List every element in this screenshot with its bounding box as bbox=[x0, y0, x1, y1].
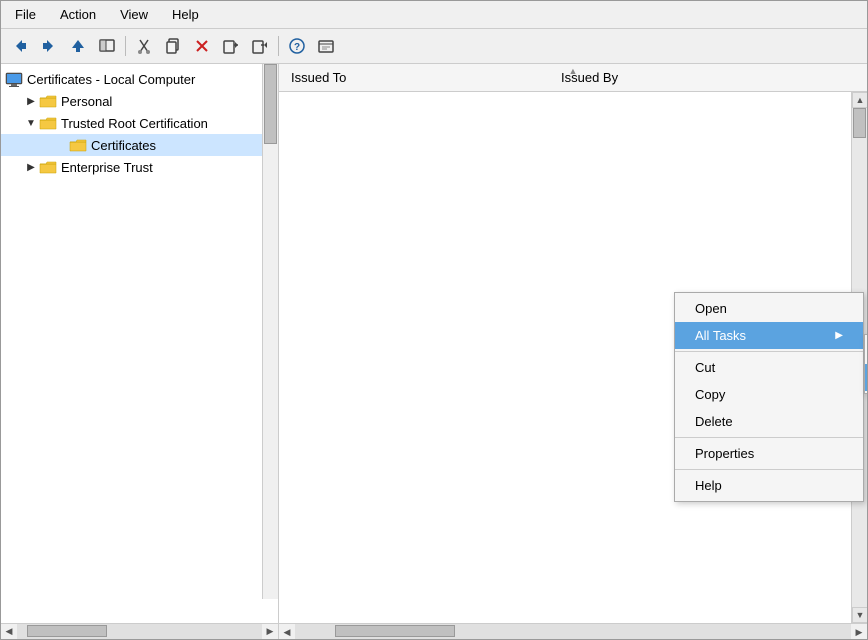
svg-text:?: ? bbox=[294, 42, 300, 53]
ctx-sep-2 bbox=[675, 437, 863, 438]
delete-button[interactable] bbox=[189, 33, 215, 59]
import-button[interactable] bbox=[247, 33, 273, 59]
tree-hscroll-track[interactable] bbox=[17, 624, 262, 639]
show-hide-button[interactable] bbox=[94, 33, 120, 59]
context-menu: Open All Tasks ▶ Cut Copy Delete bbox=[674, 292, 864, 502]
menu-view[interactable]: View bbox=[114, 5, 154, 24]
ctx-cut[interactable]: Cut bbox=[675, 354, 863, 381]
certificates-expand-icon bbox=[53, 137, 69, 153]
enterprise-expand-icon: ▶ bbox=[23, 159, 39, 175]
right-hscroll-thumb[interactable] bbox=[335, 625, 455, 637]
right-panel: ▲ Issued To Issued By ▲ ▼ bbox=[279, 64, 867, 639]
menu-help[interactable]: Help bbox=[166, 5, 205, 24]
trusted-root-label: Trusted Root Certification bbox=[61, 116, 208, 131]
toolbar: ? bbox=[1, 29, 867, 64]
enterprise-folder-icon bbox=[39, 159, 57, 175]
col-header-issued-to[interactable]: Issued To bbox=[283, 66, 553, 89]
copy-button[interactable] bbox=[160, 33, 186, 59]
computer-icon bbox=[5, 71, 23, 87]
back-button[interactable] bbox=[7, 33, 33, 59]
toolbar-sep-1 bbox=[125, 36, 126, 56]
forward-button[interactable] bbox=[36, 33, 62, 59]
up-button[interactable] bbox=[65, 33, 91, 59]
tree-hscrollbar: ◀ ▶ bbox=[1, 623, 278, 639]
tree-panel: Certificates - Local Computer ▶ Personal… bbox=[1, 64, 279, 639]
properties-button[interactable] bbox=[313, 33, 339, 59]
submenu-open[interactable]: Open bbox=[865, 337, 867, 364]
tree-item-personal[interactable]: ▶ Personal bbox=[1, 90, 278, 112]
root-label: Certificates - Local Computer bbox=[27, 72, 195, 87]
tree-hscroll-left[interactable]: ◀ bbox=[1, 624, 17, 640]
sort-triangle-top: ▲ bbox=[569, 64, 578, 76]
menu-file[interactable]: File bbox=[9, 5, 42, 24]
right-hscrollbar: ◀ ▶ bbox=[279, 623, 867, 639]
cut-button[interactable] bbox=[131, 33, 157, 59]
certificates-folder-icon bbox=[69, 137, 87, 153]
menubar: File Action View Help bbox=[1, 1, 867, 29]
col-header-issued-by[interactable]: Issued By bbox=[553, 66, 863, 89]
tree-hscroll-thumb[interactable] bbox=[27, 625, 107, 637]
ctx-sep-3 bbox=[675, 469, 863, 470]
ctx-help[interactable]: Help bbox=[675, 472, 863, 499]
all-tasks-arrow: ▶ bbox=[835, 330, 843, 341]
main-window: File Action View Help bbox=[0, 0, 868, 640]
tree-root[interactable]: Certificates - Local Computer bbox=[1, 68, 278, 90]
submenu-export[interactable]: Export... bbox=[865, 364, 867, 391]
menu-action[interactable]: Action bbox=[54, 5, 102, 24]
tree-vscroll-thumb[interactable] bbox=[264, 64, 277, 144]
ctx-open[interactable]: Open bbox=[675, 295, 863, 322]
trusted-root-expand-icon: ▼ bbox=[23, 115, 39, 131]
export-button[interactable] bbox=[218, 33, 244, 59]
right-vscroll-up[interactable]: ▲ bbox=[852, 92, 867, 108]
right-hscroll-track[interactable] bbox=[295, 624, 851, 639]
ctx-delete[interactable]: Delete bbox=[675, 408, 863, 435]
ctx-properties[interactable]: Properties bbox=[675, 440, 863, 467]
tree-vscrollbar[interactable] bbox=[262, 64, 278, 599]
right-content: ▲ ▼ Open All Tasks ▶ bbox=[279, 92, 867, 639]
ctx-copy[interactable]: Copy bbox=[675, 381, 863, 408]
personal-label: Personal bbox=[61, 94, 112, 109]
right-vscroll-down[interactable]: ▼ bbox=[852, 607, 867, 623]
right-vscroll-thumb[interactable] bbox=[853, 108, 866, 138]
trusted-root-folder-icon bbox=[39, 115, 57, 131]
personal-folder-icon bbox=[39, 93, 57, 109]
submenu: Open Export... bbox=[864, 334, 867, 394]
personal-expand-icon: ▶ bbox=[23, 93, 39, 109]
ctx-sep-1 bbox=[675, 351, 863, 352]
tree-hscroll-right[interactable]: ▶ bbox=[262, 624, 278, 640]
tree-view: Certificates - Local Computer ▶ Personal… bbox=[1, 64, 278, 623]
right-hscroll-left[interactable]: ◀ bbox=[279, 624, 295, 639]
certificates-label: Certificates bbox=[91, 138, 156, 153]
tree-item-enterprise[interactable]: ▶ Enterprise Trust bbox=[1, 156, 278, 178]
ctx-all-tasks[interactable]: All Tasks ▶ bbox=[675, 322, 863, 349]
main-content: Certificates - Local Computer ▶ Personal… bbox=[1, 64, 867, 639]
tree-item-trusted-root[interactable]: ▼ Trusted Root Certification bbox=[1, 112, 278, 134]
help-button[interactable]: ? bbox=[284, 33, 310, 59]
tree-item-certificates[interactable]: Certificates bbox=[1, 134, 278, 156]
toolbar-sep-2 bbox=[278, 36, 279, 56]
right-hscroll-right[interactable]: ▶ bbox=[851, 624, 867, 639]
enterprise-label: Enterprise Trust bbox=[61, 160, 153, 175]
